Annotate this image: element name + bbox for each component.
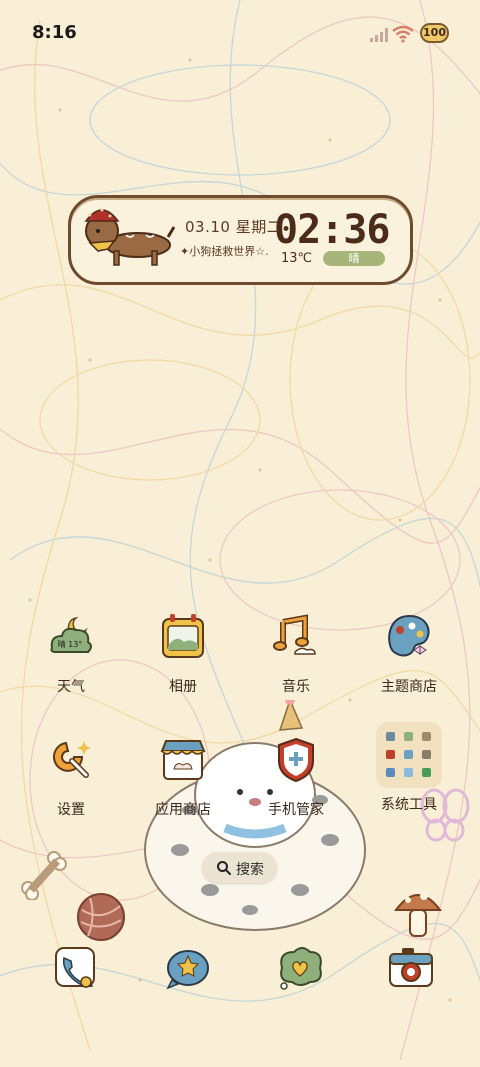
app-phone-manager[interactable]: 手机管家 (248, 735, 344, 819)
app-folder-system-tools[interactable]: 系统工具 (361, 722, 457, 814)
phone-manager-icon (278, 737, 314, 783)
dock-messages[interactable] (158, 938, 218, 998)
app-app-store[interactable]: 应用商店 (135, 735, 231, 819)
search-button[interactable]: 搜索 (202, 852, 277, 883)
app-label: 天气 (57, 679, 85, 695)
settings-icon (53, 741, 91, 778)
dock-phone[interactable] (46, 938, 106, 998)
app-settings[interactable]: 设置 (23, 735, 119, 819)
yarn-ball-decoration (77, 893, 125, 941)
clock-weather-widget[interactable]: 03.10 星期二 ✦小狗拯救世界☆. 02:36 13℃ 晴 (68, 195, 413, 285)
widget-weather-pill: 晴 (323, 251, 385, 266)
search-label: 搜索 (236, 862, 264, 878)
system-tools-folder-icon (376, 722, 442, 788)
app-theme-store[interactable]: 主题商店 (361, 612, 457, 696)
weather-icon: 晴 13° (50, 616, 92, 653)
status-bar: 8:16 100 (0, 0, 480, 68)
camera-icon (389, 948, 433, 987)
wifi-icon (392, 25, 414, 43)
svg-text:晴 13°: 晴 13° (58, 639, 83, 649)
cellular-signal-icon (370, 28, 388, 42)
widget-clock: 02:36 (274, 207, 390, 253)
chat-icon (280, 947, 322, 990)
music-icon (273, 614, 316, 655)
dock-chat[interactable] (270, 938, 330, 998)
dock-camera[interactable] (382, 938, 442, 998)
app-gallery[interactable]: 相册 (135, 612, 231, 696)
app-music[interactable]: 音乐 (248, 612, 344, 696)
app-label: 手机管家 (268, 802, 324, 818)
theme-store-icon (388, 614, 430, 657)
search-icon (217, 861, 231, 875)
app-weather[interactable]: 晴 13° 天气 (23, 612, 119, 696)
app-label: 相册 (169, 679, 197, 695)
battery-indicator: 100 (420, 23, 449, 43)
phone-icon (55, 947, 95, 988)
bone-decoration (21, 851, 67, 900)
app-store-icon (160, 740, 206, 780)
app-label: 应用商店 (155, 802, 211, 818)
mushroom-decoration (394, 892, 442, 937)
messages-icon (166, 950, 209, 990)
status-time: 8:16 (32, 22, 77, 43)
app-label: 设置 (57, 802, 85, 818)
app-label: 主题商店 (381, 679, 437, 695)
gallery-icon (162, 614, 204, 658)
app-label: 音乐 (282, 679, 310, 695)
folder-mini-icons (386, 732, 431, 777)
app-label: 系统工具 (381, 797, 437, 813)
dachshund-icon (84, 208, 176, 266)
widget-slogan: ✦小狗拯救世界☆. (180, 245, 269, 258)
widget-date: 03.10 星期二 (185, 218, 283, 236)
widget-temperature: 13℃ (281, 251, 313, 266)
